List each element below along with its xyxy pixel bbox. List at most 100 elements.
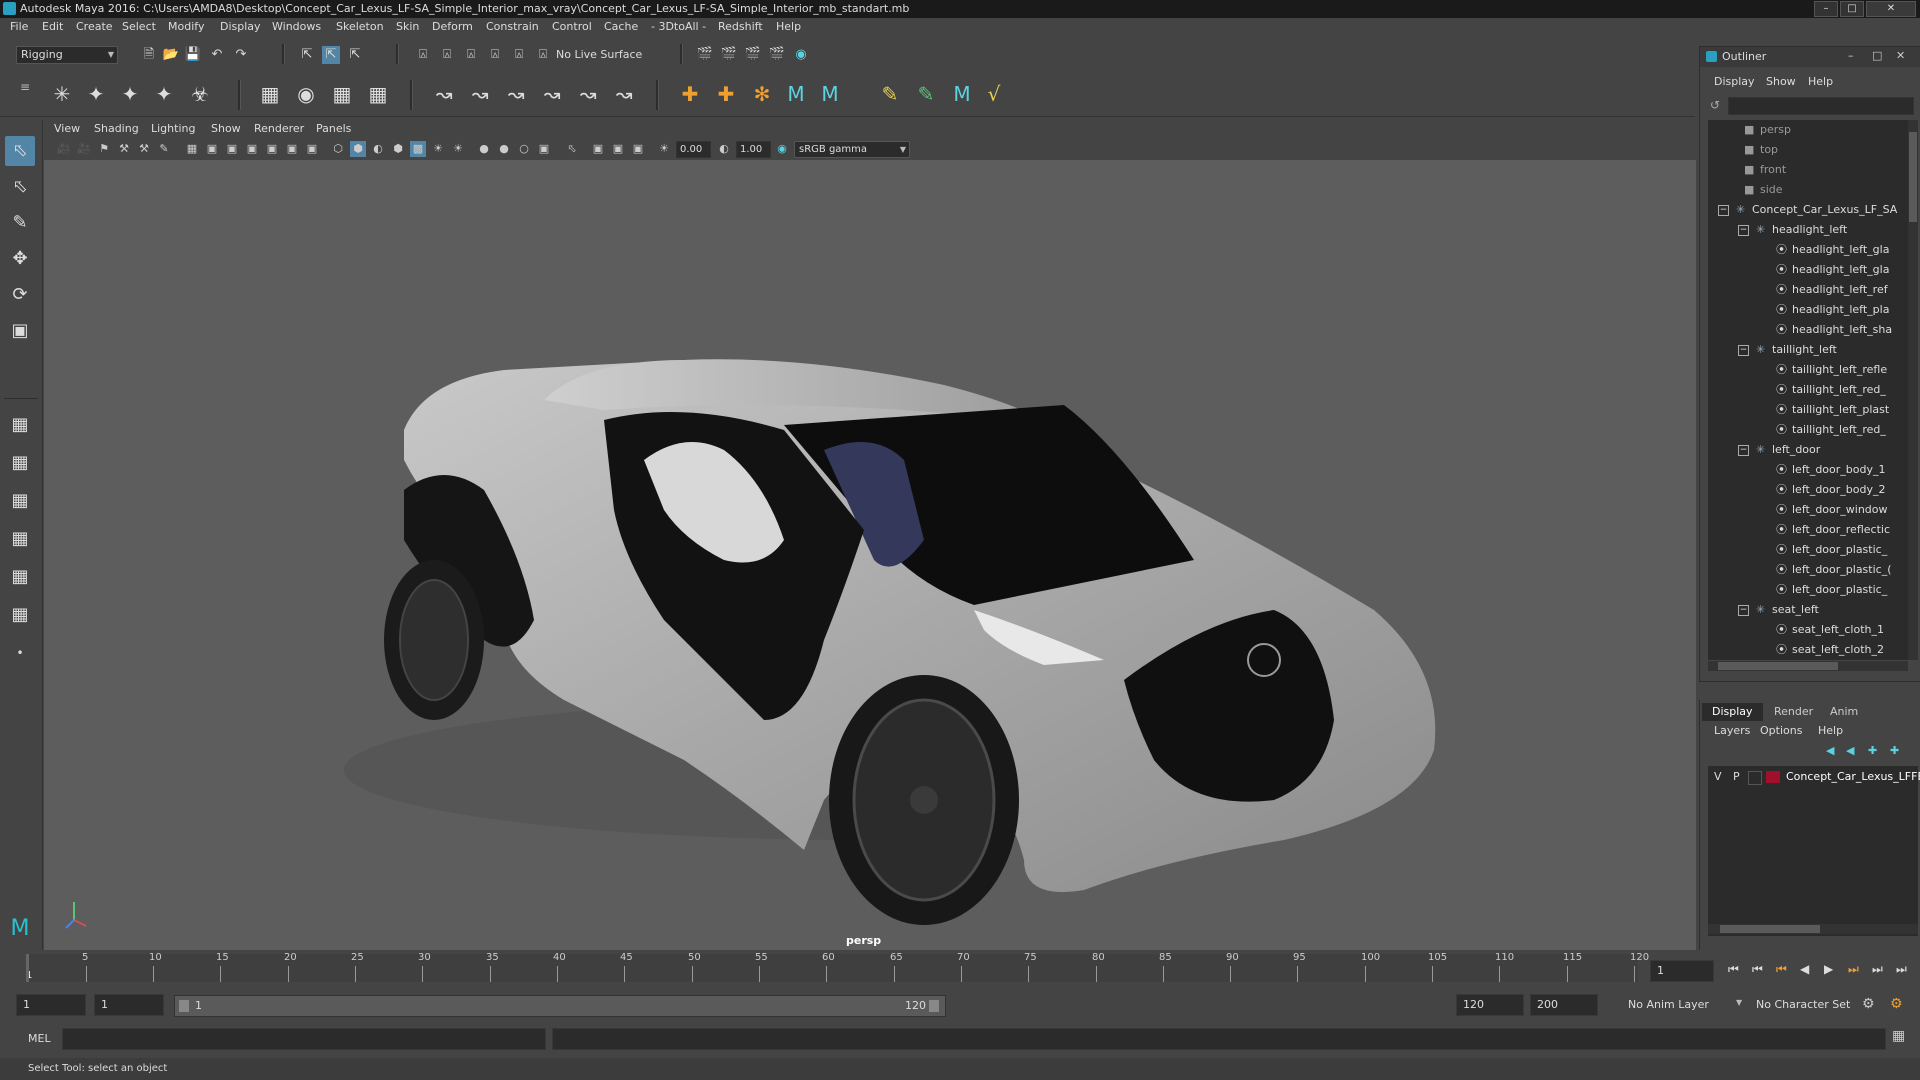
outliner-item[interactable]: ■ persp	[1708, 120, 1908, 140]
screen-space-ao-icon[interactable]: ●	[476, 141, 492, 157]
outliner-item[interactable]: ⦿ headlight_left_ref	[1708, 280, 1908, 300]
smooth-bind-icon[interactable]: ◉	[292, 80, 320, 108]
color-space-dropdown[interactable]: sRGB gamma ▼	[794, 141, 910, 158]
field-chart-icon[interactable]: ▣	[264, 141, 280, 157]
panel-menu-renderer[interactable]: Renderer	[254, 122, 304, 135]
outliner-item[interactable]: ⦿ left_door_body_1	[1708, 460, 1908, 480]
lattice-icon[interactable]: ▦	[328, 80, 356, 108]
rotate-tool-icon[interactable]: ⟳	[5, 280, 35, 310]
insert-joint-icon[interactable]: ✦	[150, 80, 178, 108]
open-scene-icon[interactable]: 📂	[162, 46, 180, 64]
perspective-viewport[interactable]: persp	[44, 160, 1696, 950]
outliner-item[interactable]: ⦿ taillight_left_red_	[1708, 420, 1908, 440]
minimize-icon[interactable]: –	[1848, 49, 1854, 62]
exposure-icon[interactable]: ☀	[656, 141, 672, 157]
outliner-item[interactable]: − ✳ taillight_left	[1708, 340, 1908, 360]
outliner-item[interactable]: − ✳ left_door	[1708, 440, 1908, 460]
layer-hscroll-thumb[interactable]	[1720, 925, 1820, 933]
outliner-item[interactable]: ⦿ taillight_left_refle	[1708, 360, 1908, 380]
parent-constraint-icon[interactable]: ↝	[574, 80, 602, 108]
menu-constrain[interactable]: Constrain	[486, 20, 539, 33]
two-d-pan-icon[interactable]: ⚒	[136, 141, 152, 157]
range-handle-end[interactable]	[929, 1000, 939, 1012]
maximize-icon[interactable]: □	[1872, 49, 1882, 62]
menu-create[interactable]: Create	[76, 20, 113, 33]
move-tool-icon[interactable]: ✥	[5, 244, 35, 274]
time-slider[interactable]: 1 5 10 15 20 25 30 35 40 45 50 55 60 65 70 75 80 85 90 95 1…	[0, 950, 1920, 990]
snap-curve-icon[interactable]: ⍓	[438, 46, 456, 64]
character-set-dropdown[interactable]: No Character Set	[1756, 998, 1850, 1011]
panel-menu-lighting[interactable]: Lighting	[151, 122, 195, 135]
outliner-item[interactable]: ⦿ seat_left_cloth_2	[1708, 640, 1908, 660]
snap-point-icon[interactable]: ⍓	[462, 46, 480, 64]
point-constraint-icon[interactable]: ↝	[430, 80, 458, 108]
live-surface-label[interactable]: No Live Surface	[556, 48, 642, 61]
side-by-side-layout-icon[interactable]: ▦	[5, 486, 35, 516]
menu-skeleton[interactable]: Skeleton	[336, 20, 384, 33]
cluster-icon[interactable]: ▦	[364, 80, 392, 108]
hik-icon[interactable]: ✻	[748, 80, 776, 108]
step-forward-key-icon[interactable]: ⏭	[1872, 962, 1883, 977]
outliner-vscroll-thumb[interactable]	[1909, 132, 1917, 222]
render-settings-icon[interactable]: 🎬	[768, 46, 786, 64]
film-gate-icon[interactable]: ▣	[204, 141, 220, 157]
anti-aliasing-icon[interactable]: ○	[516, 141, 532, 157]
menu-modify[interactable]: Modify	[168, 20, 204, 33]
menu-select[interactable]: Select	[122, 20, 156, 33]
outliner-item[interactable]: ⦿ left_door_reflectic	[1708, 520, 1908, 540]
graph-layout-icon[interactable]: ▦	[5, 562, 35, 592]
xray-components-icon[interactable]: ▣	[630, 141, 646, 157]
save-scene-icon[interactable]: 💾	[184, 46, 202, 64]
collapse-toggle-icon[interactable]: −	[1718, 205, 1729, 216]
layer-name[interactable]: Concept_Car_Lexus_LFFE	[1786, 770, 1920, 783]
hypershade-icon[interactable]: ◉	[792, 46, 810, 64]
menu-3dtoall[interactable]: - 3DtoAll -	[651, 20, 706, 33]
outliner-item[interactable]: ⦿ headlight_left_sha	[1708, 320, 1908, 340]
menu-windows[interactable]: Windows	[272, 20, 321, 33]
smooth-shade-icon[interactable]: ⬢	[350, 141, 366, 157]
animation-end-field[interactable]: 200	[1530, 994, 1598, 1016]
outliner-item[interactable]: ⦿ left_door_body_2	[1708, 480, 1908, 500]
bind-skin-icon[interactable]: ▦	[256, 80, 284, 108]
safe-action-icon[interactable]: ▣	[284, 141, 300, 157]
tab-display[interactable]: Display	[1702, 703, 1763, 721]
image-plane-icon[interactable]: ⚒	[116, 141, 132, 157]
default-lighting-icon[interactable]: ◐	[370, 141, 386, 157]
render-frame-icon[interactable]: 🎬	[720, 46, 738, 64]
menu-file[interactable]: File	[10, 20, 28, 33]
ik-fk-icon[interactable]: ✚	[712, 80, 740, 108]
outliner-item[interactable]: ⦿ headlight_left_pla	[1708, 300, 1908, 320]
panel-menu-panels[interactable]: Panels	[316, 122, 351, 135]
preferences-icon[interactable]: ⚙	[1890, 996, 1903, 1012]
depth-of-field-icon[interactable]: ▣	[536, 141, 552, 157]
magnet-icon[interactable]: ⍓	[534, 46, 552, 64]
outliner-item[interactable]: ⦿ headlight_left_gla	[1708, 260, 1908, 280]
range-slider[interactable]: 1 120	[174, 995, 946, 1017]
outliner-item[interactable]: ⦿ left_door_plastic_	[1708, 540, 1908, 560]
outliner-search-input[interactable]	[1728, 97, 1914, 115]
animation-start-field[interactable]: 1	[16, 994, 86, 1016]
gamma-icon[interactable]: ◐	[716, 141, 732, 157]
motion-blur-icon[interactable]: ●	[496, 141, 512, 157]
outliner-hscrollbar[interactable]	[1708, 661, 1908, 671]
outliner-menu-show[interactable]: Show	[1766, 75, 1796, 88]
select-hierarchy-icon[interactable]: ⇱	[298, 46, 316, 64]
playback-start-field[interactable]: 1	[94, 994, 164, 1016]
grid-icon[interactable]: ▦	[184, 141, 200, 157]
menu-redshift[interactable]: Redshift	[718, 20, 763, 33]
paint-weights-icon[interactable]: ✎	[876, 80, 904, 108]
ik-handle-icon[interactable]: ✦	[82, 80, 110, 108]
menu-display[interactable]: Display	[220, 20, 261, 33]
play-backward-icon[interactable]: ◀	[1800, 962, 1809, 976]
new-layer-selected-icon[interactable]: ✚	[1890, 744, 1899, 757]
minimize-icon[interactable]: –	[1814, 1, 1838, 17]
menu-deform[interactable]: Deform	[432, 20, 473, 33]
four-pane-layout-icon[interactable]: ▦	[5, 448, 35, 478]
layers-menu-layers[interactable]: Layers	[1714, 724, 1750, 737]
time-ruler[interactable]: 1 5 10 15 20 25 30 35 40 45 50 55 60 65 70 75 80 85 90 95 1…	[26, 952, 1649, 982]
camera-attributes-icon[interactable]: 🎥	[76, 141, 92, 157]
close-icon[interactable]: ✕	[1896, 49, 1905, 62]
tab-anim[interactable]: Anim	[1820, 703, 1868, 721]
layer-reference-toggle[interactable]	[1748, 771, 1762, 785]
outliner-item[interactable]: ■ top	[1708, 140, 1908, 160]
